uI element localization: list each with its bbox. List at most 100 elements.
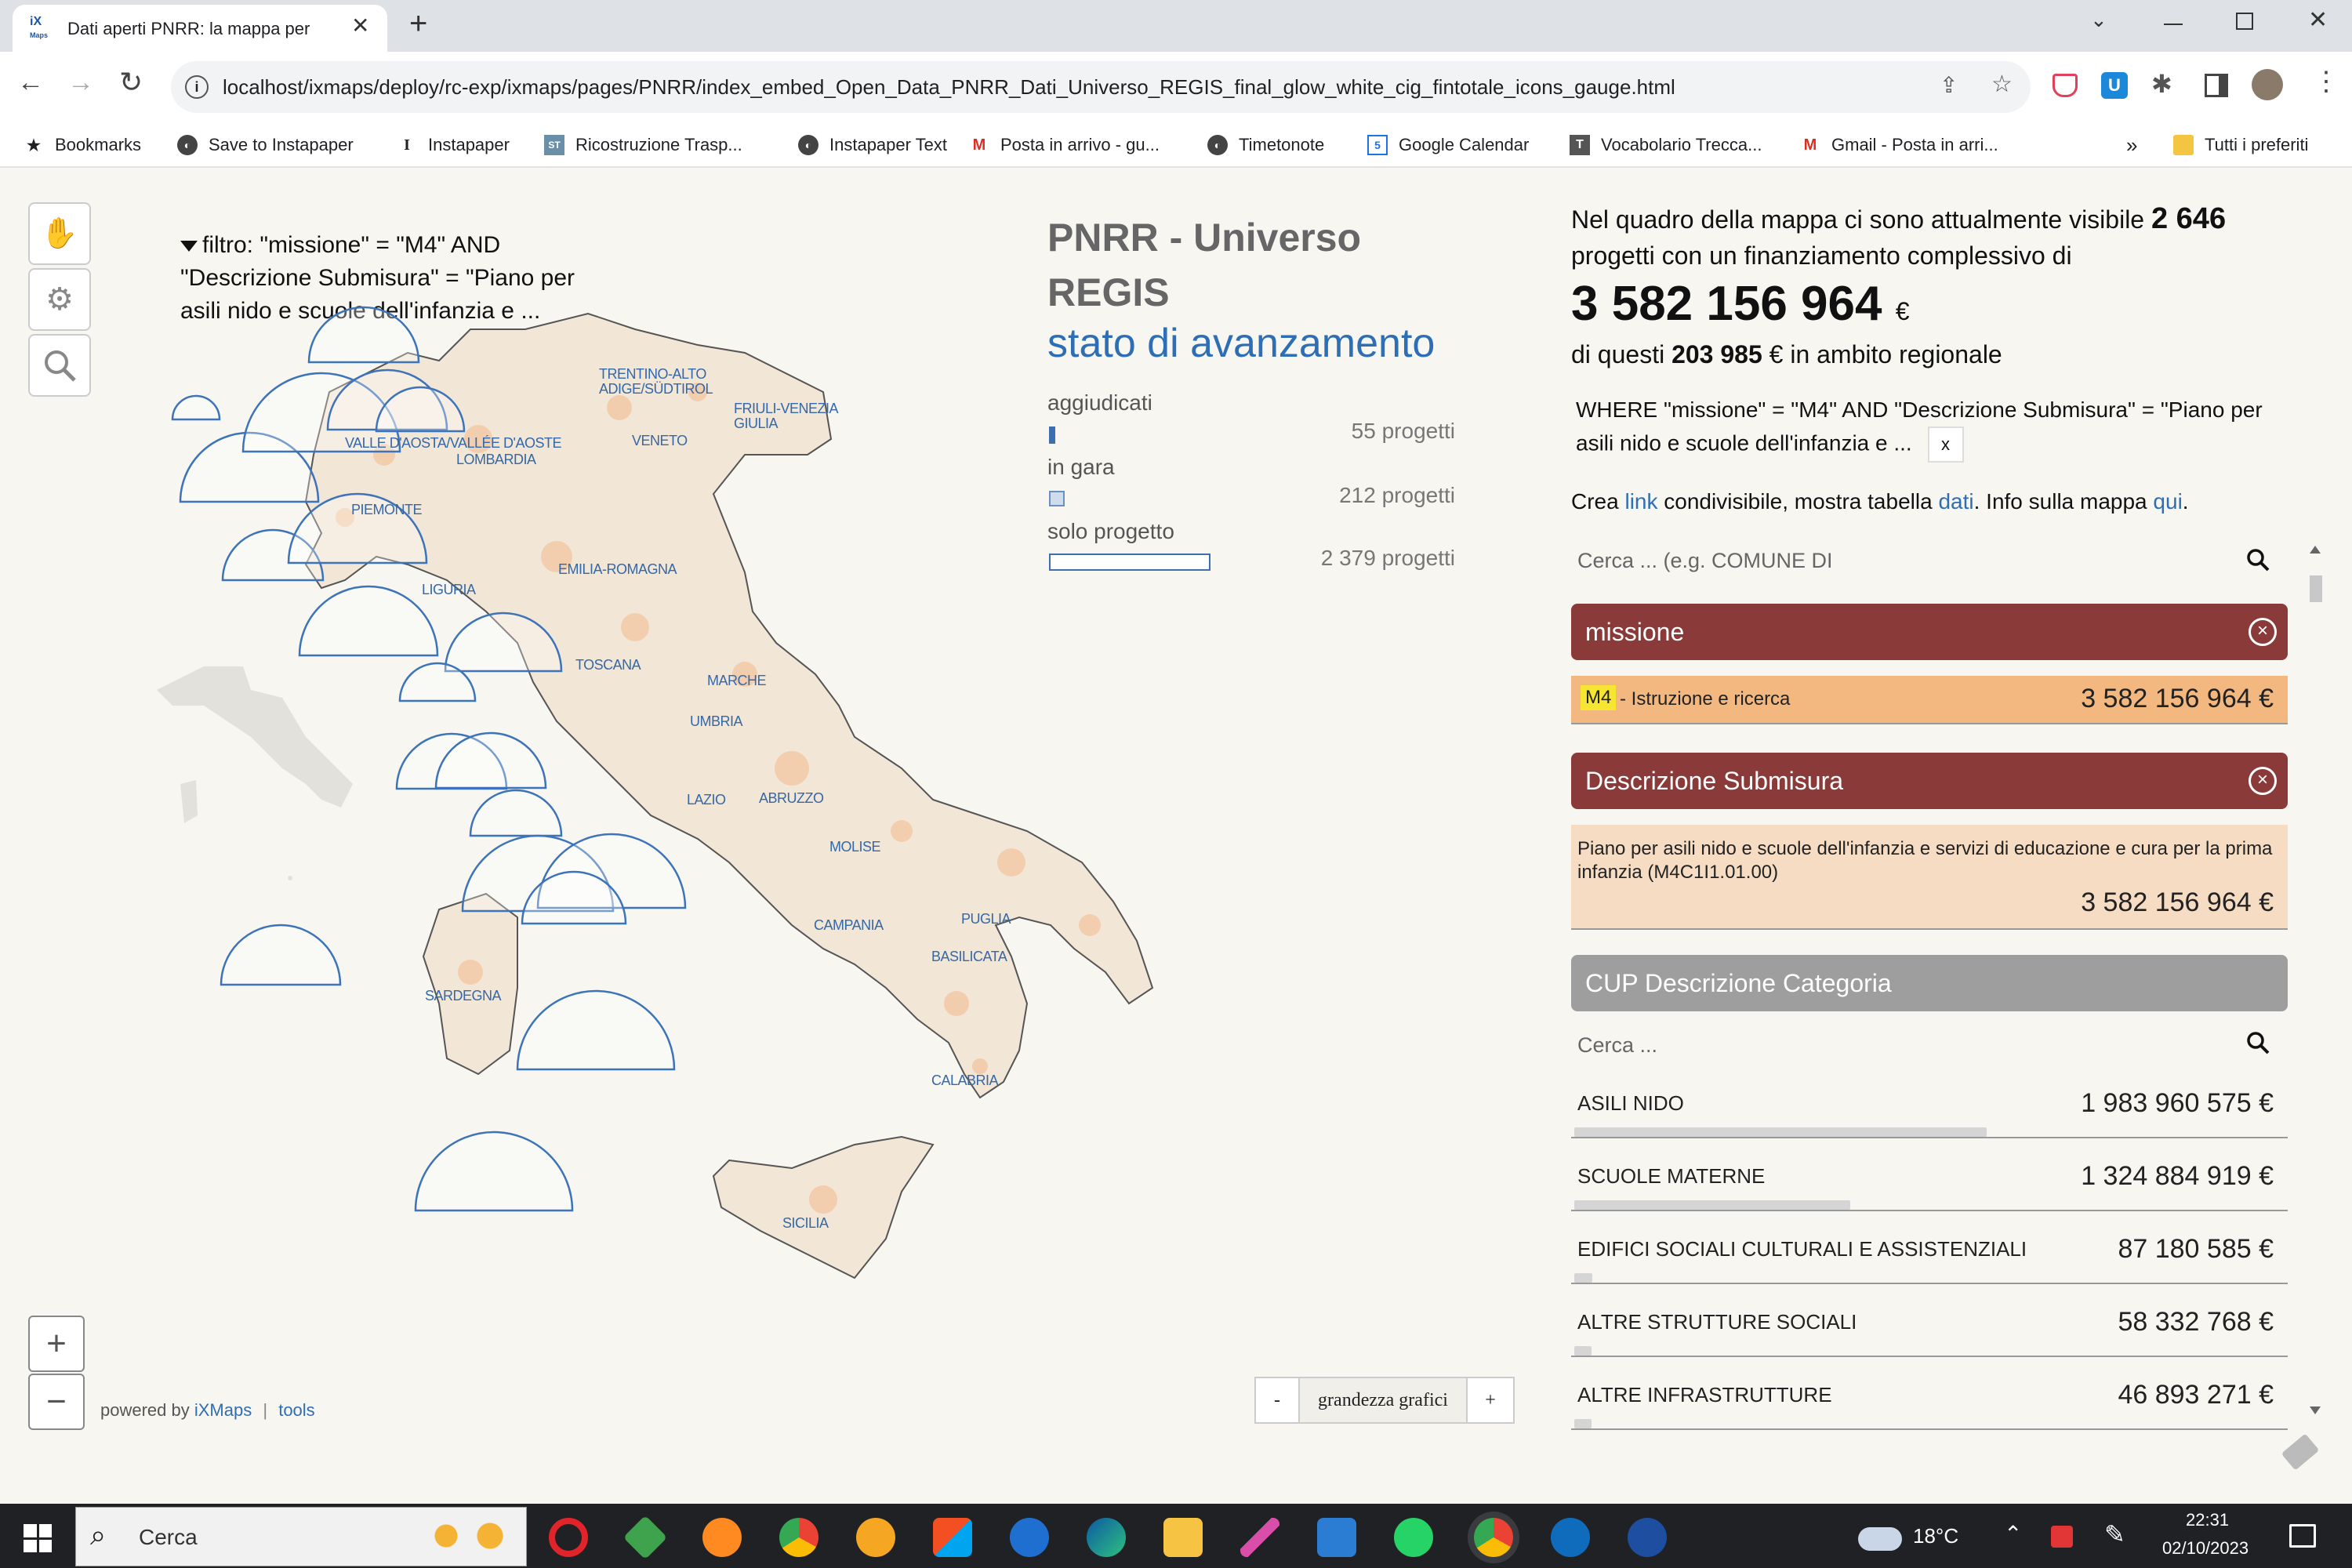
url-text[interactable]: localhost/ixmaps/deploy/rc-exp/ixmaps/pa… (223, 75, 1932, 100)
extension-u-icon[interactable]: U (2101, 72, 2128, 99)
bookmark-posta[interactable]: M Posta in arrivo - gu... (969, 122, 1160, 168)
site-info-icon[interactable]: i (185, 75, 209, 99)
app-yellow-icon[interactable] (856, 1518, 895, 1557)
file-explorer-icon[interactable] (1163, 1518, 1203, 1557)
restore-icon[interactable] (2236, 13, 2253, 30)
reload-icon[interactable]: ↻ (119, 66, 143, 99)
gauge-toscana (298, 585, 439, 657)
submisura-selected-row[interactable]: Piano per asili nido e scuole dell'infan… (1571, 825, 2288, 930)
clear-where-button[interactable]: x (1927, 426, 1964, 463)
remove-submisura-filter-icon[interactable]: × (2249, 767, 2277, 795)
firefox-icon[interactable] (702, 1518, 742, 1557)
pocket-icon[interactable] (2053, 74, 2078, 97)
window-close-icon[interactable]: ✕ (2308, 6, 2328, 34)
outlook-icon[interactable] (1551, 1518, 1590, 1557)
zoom-in-button[interactable]: + (28, 1316, 85, 1372)
bookmark-vocabolario[interactable]: T Vocabolario Trecca... (1570, 122, 1762, 168)
bookmark-gmail[interactable]: M Gmail - Posta in arri... (1800, 122, 1998, 168)
clock-time[interactable]: 22:31 (2186, 1510, 2229, 1530)
submisura-facet-header[interactable]: Descrizione Submisura × (1571, 753, 2288, 809)
tab-close-icon[interactable]: ✕ (351, 13, 369, 38)
side-panel-icon[interactable] (2205, 74, 2228, 97)
tab-search-icon[interactable]: ⌄ (2090, 8, 2107, 32)
clock-date[interactable]: 02/10/2023 (2162, 1538, 2249, 1559)
store-icon[interactable] (933, 1518, 972, 1557)
cup-search-input[interactable]: Cerca ... (1577, 1033, 1657, 1058)
missione-selected-row[interactable]: M4 - Istruzione e ricerca 3 582 156 964 … (1571, 676, 2288, 724)
bookmark-save-instapaper[interactable]: ◐ Save to Instapaper (177, 122, 354, 168)
windows-start-icon[interactable] (24, 1524, 52, 1552)
data-table-link[interactable]: dati (1938, 489, 1973, 514)
profile-avatar[interactable] (2252, 69, 2283, 100)
new-tab-icon[interactable]: + (409, 6, 427, 42)
notifications-icon[interactable] (2289, 1524, 2316, 1548)
mail-icon[interactable] (1317, 1518, 1356, 1557)
tray-app-icon[interactable] (2051, 1526, 2073, 1548)
cup-item-row[interactable]: ALTRE INFRASTRUTTURE 46 893 271 € (1571, 1359, 2288, 1430)
scroll-thumb[interactable] (2310, 575, 2322, 602)
panel-scrollbar[interactable] (2305, 541, 2325, 1419)
bookmark-bookmarks[interactable]: ★ Bookmarks (24, 122, 141, 168)
bookmark-instapaper[interactable]: I Instapaper (397, 122, 510, 168)
share-link[interactable]: link (1624, 489, 1657, 514)
zoom-out-button[interactable]: − (28, 1374, 85, 1430)
ixmaps-link[interactable]: iXMaps (194, 1400, 252, 1420)
forward-icon[interactable]: → (67, 67, 94, 98)
pen-icon[interactable]: ✎ (2104, 1519, 2125, 1549)
minimize-icon[interactable] (2164, 24, 2183, 25)
settings-button[interactable]: ⚙ (28, 268, 91, 331)
back-icon[interactable]: ← (17, 67, 44, 98)
bookmarks-overflow[interactable]: » (2126, 122, 2137, 168)
bookmark-instapaper-text[interactable]: ◐ Instapaper Text (798, 122, 947, 168)
taskbar-search[interactable]: ⌕ Cerca (75, 1507, 527, 1566)
bookmark-all-favorites[interactable]: Tutti i preferiti (2173, 122, 2308, 168)
facet-search-input[interactable]: Cerca ... (e.g. COMUNE DI (1577, 549, 2220, 573)
info-link[interactable]: qui (2153, 489, 2182, 514)
cup-facet-header[interactable]: CUP Descrizione Categoria (1571, 955, 2288, 1011)
currency-symbol: € (1895, 297, 1910, 325)
region-label-marche: MARCHE (707, 673, 767, 688)
opera-icon[interactable] (549, 1518, 588, 1557)
edge-icon[interactable] (1087, 1518, 1126, 1557)
links-line: Crea link condivisibile, mostra tabella … (1571, 489, 2189, 514)
scroll-down-icon[interactable] (2310, 1406, 2321, 1414)
taskbar-search-label: Cerca (139, 1525, 198, 1549)
bookmark-ricostruzione[interactable]: ST Ricostruzione Trasp... (544, 122, 742, 168)
map-search-button[interactable] (28, 334, 91, 397)
tray-chevron-icon[interactable]: ⌃ (2004, 1521, 2022, 1547)
legend-value-solo-progetto: 2 379 progetti (1320, 546, 1455, 570)
cup-item-row[interactable]: EDIFICI SOCIALI CULTURALI E ASSISTENZIAL… (1571, 1214, 2288, 1284)
scroll-up-icon[interactable] (2310, 546, 2321, 554)
chart-size-minus-button[interactable]: - (1254, 1377, 1300, 1424)
thunderbird-icon[interactable] (1010, 1518, 1049, 1557)
gauge-trentino (307, 306, 420, 364)
search-icon[interactable] (2245, 547, 2270, 572)
eraser-icon[interactable] (2281, 1433, 2320, 1471)
chart-size-plus-button[interactable]: + (1466, 1377, 1515, 1424)
address-bar[interactable]: i localhost/ixmaps/deploy/rc-exp/ixmaps/… (171, 61, 2031, 113)
remove-missione-filter-icon[interactable]: × (2249, 618, 2277, 646)
chrome-icon[interactable] (1474, 1518, 1513, 1557)
extensions-icon[interactable]: ✱ (2151, 69, 2172, 99)
cup-item-row[interactable]: ASILI NIDO 1 983 960 575 € (1571, 1068, 2288, 1138)
browser-tab[interactable]: iX Maps Dati aperti PNRR: la mappa per ✕ (13, 5, 387, 52)
italy-map[interactable] (149, 298, 1200, 1411)
ricostruzione-icon: ST (544, 135, 564, 155)
chrome-colors-icon[interactable] (779, 1518, 818, 1557)
cup-item-row[interactable]: SCUOLE MATERNE 1 324 884 919 € (1571, 1141, 2288, 1211)
share-icon[interactable]: ⇪ (1940, 72, 1958, 98)
gauge-sardegna (220, 924, 342, 986)
app-pen-icon[interactable] (1240, 1518, 1279, 1557)
missione-facet-header[interactable]: missione × (1571, 604, 2288, 660)
bookmark-google-calendar[interactable]: 5 Google Calendar (1367, 122, 1529, 168)
map-info-tool-button[interactable]: ✋ (28, 202, 91, 265)
tools-link[interactable]: tools (278, 1400, 314, 1420)
bookmark-timetonote[interactable]: ◐ Timetonote (1207, 122, 1324, 168)
cup-item-name: EDIFICI SOCIALI CULTURALI E ASSISTENZIAL… (1577, 1237, 2027, 1261)
whatsapp-icon[interactable] (1394, 1518, 1433, 1557)
bookmark-star-icon[interactable]: ☆ (1991, 71, 2013, 98)
search-icon[interactable] (2245, 1030, 2270, 1055)
vpn-lock-icon[interactable] (1628, 1518, 1667, 1557)
cup-item-row[interactable]: ALTRE STRUTTURE SOCIALI 58 332 768 € (1571, 1287, 2288, 1357)
menu-icon[interactable]: ⋮ (2313, 66, 2339, 97)
